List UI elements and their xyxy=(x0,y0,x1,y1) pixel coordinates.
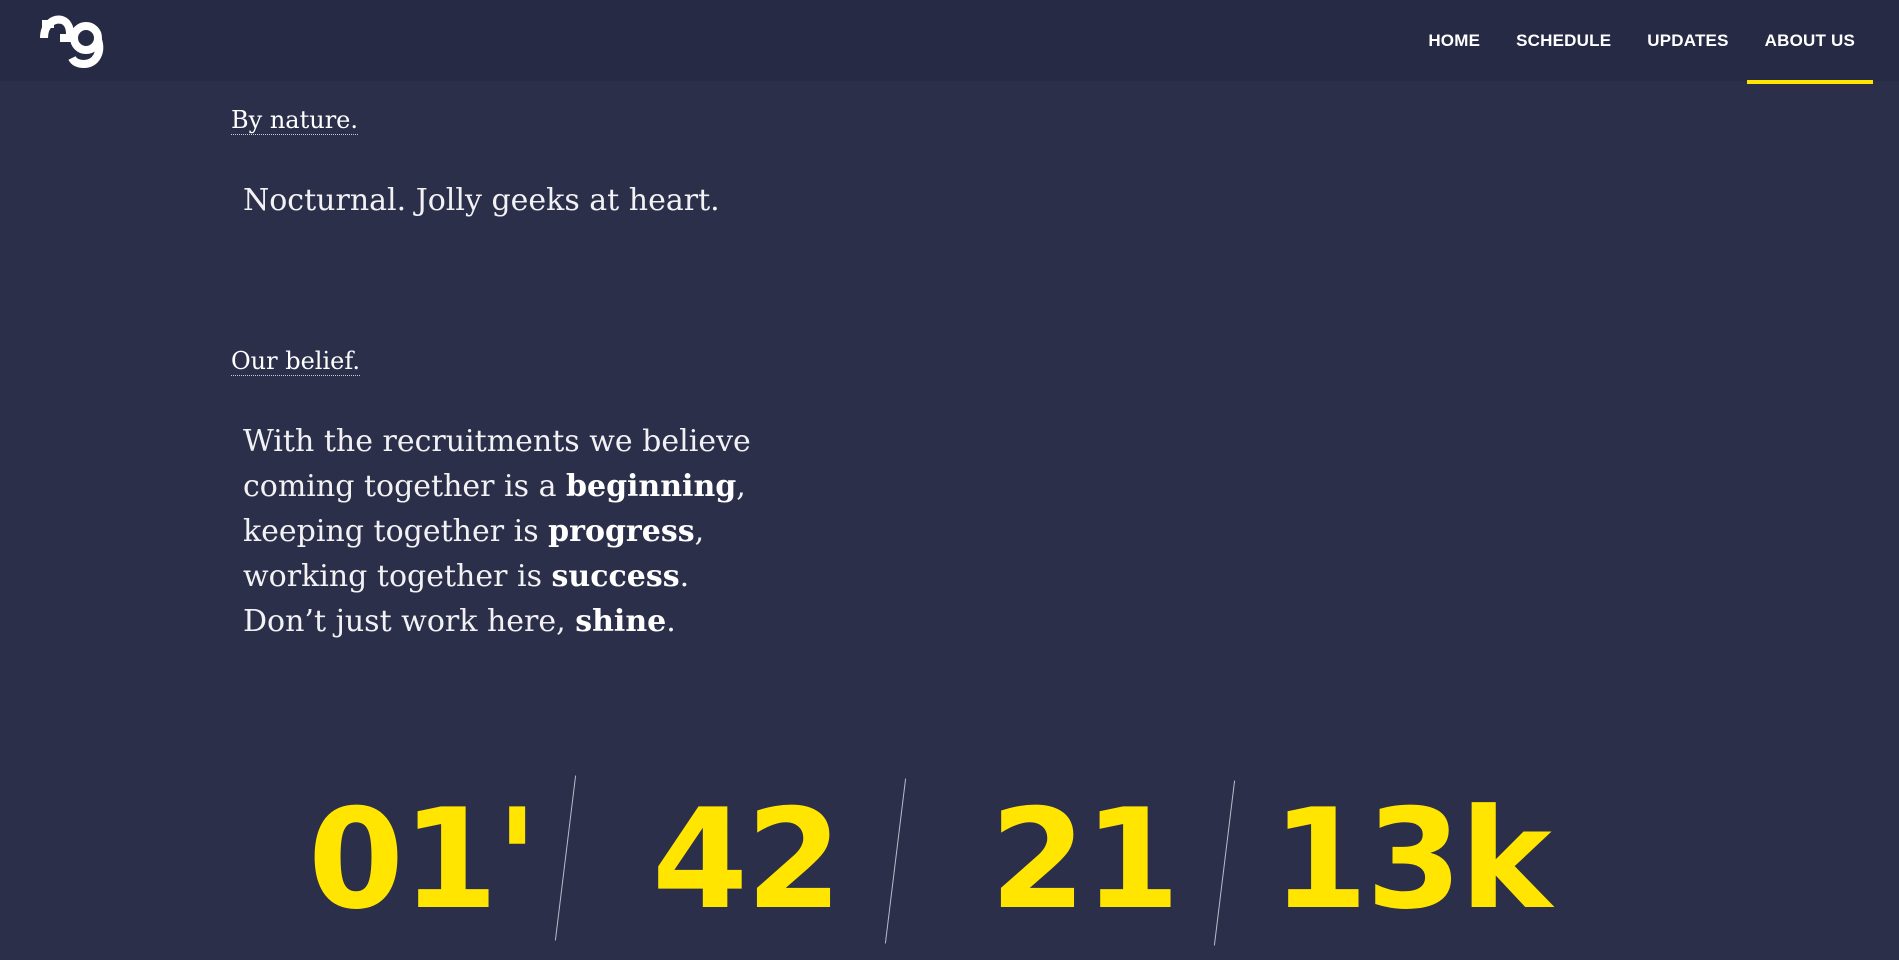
nav-schedule[interactable]: SCHEDULE xyxy=(1498,0,1629,82)
stat-value: 42 xyxy=(652,779,842,940)
nature-label: By nature. xyxy=(231,106,358,135)
stat-value: 13k xyxy=(1272,779,1552,940)
belief-paragraph: With the recruitments we believe coming … xyxy=(243,419,751,644)
stat-divider xyxy=(884,778,907,944)
belief-line: keeping together is progress, xyxy=(243,514,705,549)
main-nav: HOME SCHEDULE UPDATES ABOUT US xyxy=(1410,0,1874,84)
nav-updates[interactable]: UPDATES xyxy=(1629,0,1746,82)
nav-home[interactable]: HOME xyxy=(1410,0,1498,82)
nature-text: Nocturnal. Jolly geeks at heart. xyxy=(243,183,720,218)
belief-line: Don’t just work here, shine. xyxy=(243,604,676,639)
site-header: HOME SCHEDULE UPDATES ABOUT US xyxy=(0,0,1899,84)
belief-label: Our belief. xyxy=(231,347,361,376)
belief-line: coming together is a beginning, xyxy=(243,469,746,504)
belief-line: With the recruitments we believe xyxy=(243,424,751,459)
belief-line: working together is success. xyxy=(243,559,690,594)
stat-value: 01' xyxy=(308,779,538,940)
stat-value: 21 xyxy=(990,779,1180,940)
stats-strip: 01' 42 21 13k xyxy=(0,760,1899,960)
stat-divider xyxy=(554,775,577,941)
nav-about-us[interactable]: ABOUT US xyxy=(1746,0,1874,84)
mg-logo-icon[interactable] xyxy=(40,14,108,70)
stat-divider xyxy=(1213,780,1236,946)
